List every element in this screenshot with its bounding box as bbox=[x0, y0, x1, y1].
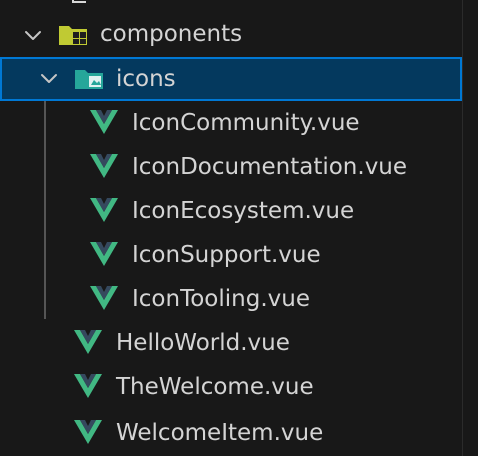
tree-row-icon-community[interactable]: IconCommunity.vue bbox=[0, 101, 462, 145]
vue-icon bbox=[90, 154, 118, 178]
vue-icon bbox=[74, 374, 102, 398]
vue-icon bbox=[74, 330, 102, 354]
tree-row-hello-world[interactable]: HelloWorld.vue bbox=[0, 321, 462, 365]
folder-components-icon bbox=[59, 26, 87, 45]
tree-row-icon-documentation[interactable]: IconDocumentation.vue bbox=[0, 145, 462, 189]
tree-row-label: IconCommunity.vue bbox=[132, 110, 360, 136]
vue-icon bbox=[90, 110, 118, 134]
tree-row-icon-ecosystem[interactable]: IconEcosystem.vue bbox=[0, 189, 462, 233]
tree-row-components[interactable]: components bbox=[0, 14, 462, 58]
tree-row-icon-support[interactable]: IconSupport.vue bbox=[0, 233, 462, 277]
vue-icon bbox=[90, 242, 118, 266]
partial-top-row bbox=[68, 0, 158, 6]
tree-row-label: components bbox=[100, 21, 243, 47]
file-explorer: components icons IconCommunity.vue IconD… bbox=[0, 0, 462, 456]
folder-icons-icon bbox=[75, 70, 103, 89]
tree-row-label: icons bbox=[116, 66, 176, 92]
chevron-down-icon[interactable] bbox=[24, 27, 42, 45]
vue-icon bbox=[90, 286, 118, 310]
tree-row-label: IconTooling.vue bbox=[132, 286, 310, 312]
tree-row-label: WelcomeItem.vue bbox=[116, 420, 324, 446]
vue-icon bbox=[74, 420, 102, 444]
vue-icon bbox=[90, 198, 118, 222]
chevron-down-icon[interactable] bbox=[40, 70, 58, 88]
tree-row-label: IconDocumentation.vue bbox=[132, 154, 408, 180]
tree-row-the-welcome[interactable]: TheWelcome.vue bbox=[0, 365, 462, 409]
tree-row-icon-tooling[interactable]: IconTooling.vue bbox=[0, 277, 462, 321]
tree-row-welcome-item[interactable]: WelcomeItem.vue bbox=[0, 409, 462, 453]
tree-row-label: IconEcosystem.vue bbox=[132, 198, 355, 224]
tree-row-icons[interactable]: icons bbox=[0, 57, 462, 101]
tree-row-label: TheWelcome.vue bbox=[116, 374, 314, 400]
vertical-scrollbar[interactable] bbox=[462, 0, 478, 456]
tree-row-label: IconSupport.vue bbox=[132, 242, 321, 268]
tree-row-label: HelloWorld.vue bbox=[116, 330, 290, 356]
